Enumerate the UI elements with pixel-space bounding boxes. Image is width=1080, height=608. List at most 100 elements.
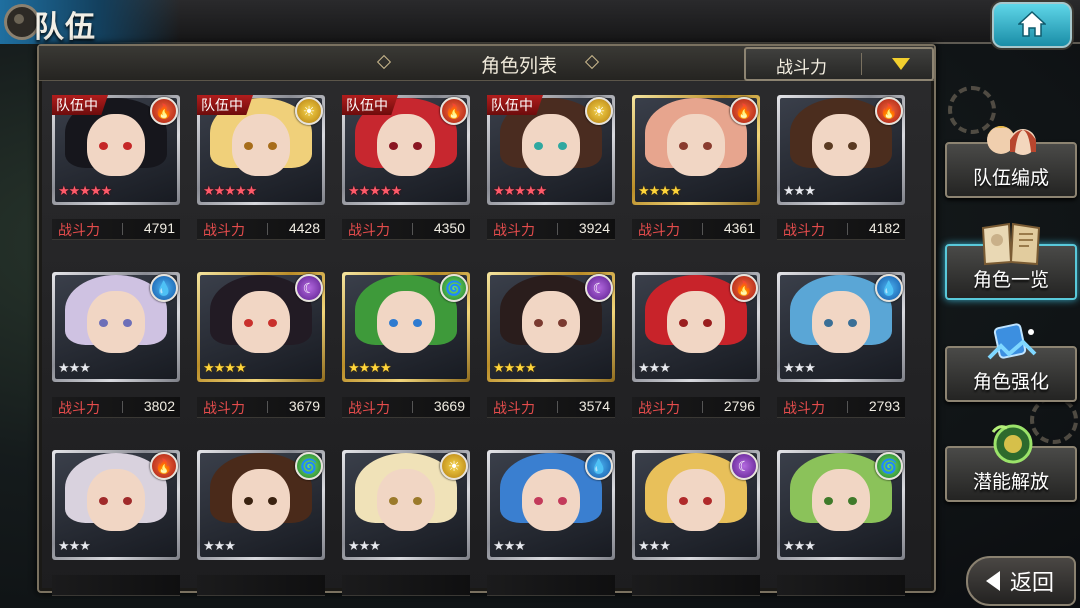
character-card[interactable]: ★★★ 🌀 [197,450,325,560]
power-row: 战斗力 4791 [52,219,180,240]
character-card[interactable]: ★★★ 🌀 [777,450,905,560]
back-button[interactable]: 返回 [966,556,1076,606]
power-row [487,575,615,596]
power-label: 战斗力 [58,222,100,238]
dropdown-triangle-icon [892,58,910,70]
side-menu-label: 角色一览 [972,270,1049,291]
power-value: 2796 [723,398,755,414]
power-label: 战斗力 [203,400,245,416]
power-value: 3679 [288,398,320,414]
character-card[interactable]: ★★★ 🔥 [777,95,905,205]
power-value: 3669 [433,398,465,414]
character-enhance-button[interactable]: 角色强化 [945,323,1077,402]
home-button[interactable] [992,2,1072,48]
rarity-stars: ★★★ [783,360,816,375]
divider [412,401,413,413]
power-row: 战斗力 4361 [632,219,760,240]
character-eye [413,497,422,505]
power-row [342,575,470,596]
character-face [377,469,435,531]
light-element-icon: ☀ [585,97,613,125]
team-portraits-icon [987,126,1036,155]
side-menu-label: 潜能解放 [972,472,1049,493]
character-eye [534,497,543,505]
power-row: 战斗力 4428 [197,219,325,240]
power-label: 战斗力 [203,222,245,238]
character-card[interactable]: ★★★★★ 队伍中 ☀ [197,95,325,205]
divider [122,401,123,413]
character-card[interactable]: ★★★ 🔥 [52,450,180,560]
character-eye [244,142,253,150]
divider [557,223,558,235]
character-eye [244,497,253,505]
title-banner: 队伍 [0,0,180,44]
character-card[interactable]: ★★★ ☀ [342,450,470,560]
rarity-stars: ★★★★ [348,360,392,375]
power-label: 战斗力 [58,400,100,416]
divider [702,401,703,413]
character-eye [123,497,132,505]
character-eye [824,142,833,150]
diamond-ornament-icon [376,54,392,70]
back-button-label: 返回 [1010,570,1055,595]
rarity-stars: ★★★★★ [58,183,112,198]
page-title: 队伍 [34,11,96,44]
light-element-icon: ☀ [295,97,323,125]
character-eye [389,142,398,150]
potential-release-button[interactable]: 潜能解放 [945,424,1077,502]
character-overview-button[interactable]: 角色一览 [945,222,1077,300]
divider [267,401,268,413]
character-card[interactable]: ★★★★★ 队伍中 🔥 [52,95,180,205]
rarity-stars: ★★★★★ [203,183,257,198]
book-icon [981,222,1041,266]
character-card[interactable]: ★★★ 🔥 [632,272,760,382]
wind-element-icon: 🌀 [875,452,903,480]
character-card[interactable]: ★★★ 💧 [487,450,615,560]
rarity-stars: ★★★★★ [348,183,402,198]
sort-dropdown[interactable]: 战斗力 [744,47,934,81]
divider [122,223,123,235]
back-arrow-icon [986,571,1000,591]
character-eye [679,142,688,150]
character-card[interactable]: ★★★★ ☾ [197,272,325,382]
dark-element-icon: ☾ [585,274,613,302]
power-value: 4182 [868,220,900,236]
character-eye [703,142,712,150]
character-face [87,291,145,353]
water-element-icon: 💧 [875,274,903,302]
power-label: 战斗力 [638,400,680,416]
character-face [667,291,725,353]
character-card[interactable]: ★★★★ 🌀 [342,272,470,382]
power-row: 战斗力 3802 [52,397,180,418]
character-card[interactable]: ★★★★★ 队伍中 🔥 [342,95,470,205]
character-eye [99,497,108,505]
power-value: 3802 [143,398,175,414]
character-card[interactable]: ★★★★★ 队伍中 ☀ [487,95,615,205]
fire-element-icon: 🔥 [730,97,758,125]
character-card[interactable]: ★★★ 💧 [52,272,180,382]
character-face [232,291,290,353]
character-card[interactable]: ★★★★ ☾ [487,272,615,382]
character-face [667,469,725,531]
character-card[interactable]: ★★★★ 🔥 [632,95,760,205]
water-element-icon: 💧 [150,274,178,302]
power-label: 战斗力 [348,222,390,238]
power-value: 3574 [578,398,610,414]
character-card[interactable]: ★★★ ☾ [632,450,760,560]
character-eye [268,142,277,150]
fire-element-icon: 🔥 [730,274,758,302]
power-row [197,575,325,596]
power-label: 战斗力 [783,222,825,238]
rarity-stars: ★★★★ [493,360,537,375]
team-formation-button[interactable]: 队伍编成 [945,126,1077,198]
character-face [522,114,580,176]
power-value: 4361 [723,220,755,236]
divider [847,401,848,413]
character-eye [679,319,688,327]
character-eye [824,319,833,327]
divider [267,223,268,235]
character-face [812,469,870,531]
character-eye [679,497,688,505]
character-card[interactable]: ★★★ 💧 [777,272,905,382]
rarity-stars: ★★★ [58,360,91,375]
